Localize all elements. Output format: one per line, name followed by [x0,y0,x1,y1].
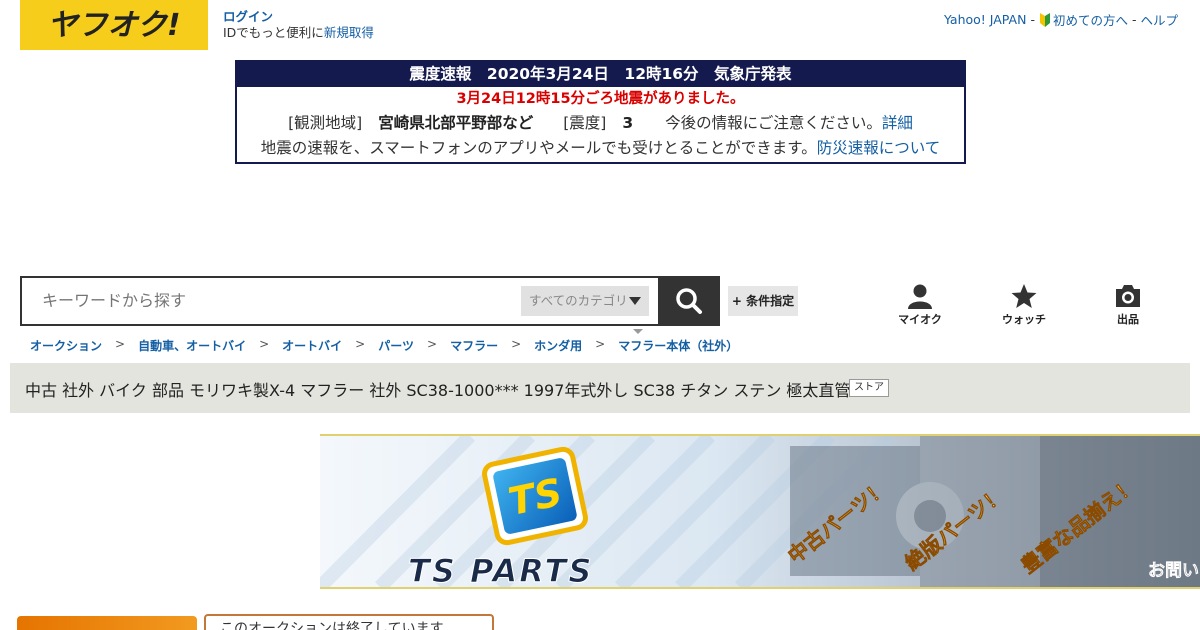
category-select[interactable]: すべてのカテゴリ [521,286,649,316]
watch-label: ウォッチ [1002,313,1046,326]
breadcrumb-separator: > [595,337,606,351]
help-link[interactable]: ヘルプ [1140,10,1178,29]
area-value: 宮崎県北部平野部など [378,114,534,132]
search-button[interactable] [658,276,720,326]
caution-text: 今後の情報にご注意ください。 [665,114,882,132]
register-link[interactable]: 新規取得 [324,25,374,40]
search-input[interactable] [42,278,512,324]
user-icon [908,284,932,309]
ts-logo-icon: TS [482,446,588,546]
earthquake-header: 震度速報 2020年3月24日 12時16分 気象庁発表 [237,62,964,87]
breadcrumb-item[interactable]: パーツ [378,337,414,354]
breadcrumb-item[interactable]: ホンダ用 [534,337,582,354]
chevron-down-icon [629,297,641,305]
breadcrumb-item[interactable]: オークション [30,337,102,354]
area-label: [観測地域] [288,114,363,132]
breadcrumb: オークション > 自動車、オートバイ > オートバイ > パーツ > マフラー … [30,337,738,354]
breadcrumb-item[interactable]: マフラー本体（社外） [618,337,738,354]
search-box: すべてのカテゴリ [20,276,660,326]
breadcrumb-marker [633,329,643,334]
yahoo-japan-link[interactable]: Yahoo! JAPAN [944,12,1026,27]
breadcrumb-separator: > [259,337,270,351]
sell-button[interactable]: 出品 [1098,283,1158,327]
link-separator: - [1131,12,1137,27]
store-banner[interactable]: TS TS PARTS 中古パーツ！ 絶版パーツ！ 豊富な品揃え！ お問い [320,434,1200,589]
beginner-mark-icon [1039,13,1050,27]
category-label: すべてのカテゴリ [529,293,628,308]
earthquake-app-row: 地震の速報を、スマートフォンのアプリやメールでも受けとることができます。防災速報… [237,136,964,161]
myauc-button[interactable]: マイオク [890,283,950,327]
earthquake-notice: 震度速報 2020年3月24日 12時16分 気象庁発表 3月24日12時15分… [235,60,966,164]
breadcrumb-separator: > [355,337,366,351]
earthquake-info-row: [観測地域] 宮崎県北部平野部など [震度] 3 今後の情報にご注意ください。詳細 [237,111,964,136]
breadcrumb-item[interactable]: マフラー [450,337,498,354]
link-separator: - [1030,12,1035,27]
detail-link[interactable]: 詳細 [882,114,913,132]
watch-button[interactable]: ウォッチ [994,283,1054,327]
store-badge: ストア [849,379,889,397]
auction-ended-message: このオークションは終了しています [204,614,494,630]
login-area: ログイン IDでもっと便利に新規取得 [223,9,374,41]
search-icon [676,288,702,314]
myauc-label: マイオク [898,313,942,326]
app-text: 地震の速報を、スマートフォンのアプリやメールでも受けとることができます。 [260,139,817,157]
ended-badge-icon [17,616,197,630]
banner-contact: お問い [1148,561,1199,581]
breadcrumb-separator: > [427,337,438,351]
login-link[interactable]: ログイン [223,9,374,25]
first-time-link[interactable]: 初めての方へ [1039,10,1128,29]
camera-icon [1116,285,1140,307]
item-title: 中古 社外 バイク 部品 モリワキ製X-4 マフラー 社外 SC38-1000*… [25,381,851,400]
breadcrumb-item[interactable]: オートバイ [282,337,342,354]
ts-parts-brand: TS PARTS [408,552,593,587]
star-icon [1011,284,1037,308]
disaster-info-link[interactable]: 防災速報について [817,139,941,157]
first-time-label: 初めての方へ [1052,13,1128,28]
intensity-label: [震度] [563,114,607,132]
breadcrumb-item[interactable]: 自動車、オートバイ [138,337,246,354]
site-logo[interactable]: ヤフオク! [20,0,208,50]
login-sub: IDでもっと便利に新規取得 [223,25,374,41]
sell-label: 出品 [1117,313,1139,326]
login-sub-text: IDでもっと便利に [223,25,324,40]
intensity-value: 3 [622,114,634,132]
condition-button[interactable]: + 条件指定 [728,286,798,316]
logo-text: ヤフオク! [47,8,180,43]
top-links: Yahoo! JAPAN - 初めての方へ - ヘルプ [944,10,1178,29]
earthquake-alert: 3月24日12時15分ごろ地震がありました。 [456,91,745,107]
item-title-bar: 中古 社外 バイク 部品 モリワキ製X-4 マフラー 社外 SC38-1000*… [10,363,1190,413]
breadcrumb-separator: > [115,337,126,351]
breadcrumb-separator: > [511,337,522,351]
